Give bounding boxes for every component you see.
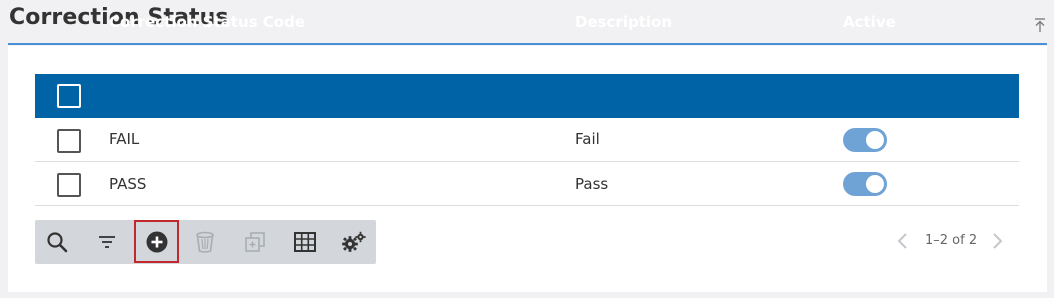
collapse-top-icon[interactable] — [1032, 16, 1048, 34]
delete-icon — [196, 231, 214, 253]
settings-button[interactable] — [334, 220, 374, 264]
filter-button[interactable] — [87, 220, 127, 264]
column-header-code[interactable]: Correction Status Code — [109, 13, 305, 31]
cell-code: PASS — [109, 175, 147, 193]
cell-description: Pass — [575, 175, 609, 193]
column-header-active[interactable]: Active — [843, 13, 896, 31]
search-button[interactable] — [37, 220, 77, 264]
add-icon — [146, 231, 167, 252]
delete-button[interactable] — [185, 220, 225, 264]
next-page-icon[interactable] — [990, 232, 1004, 250]
select-all-checkbox[interactable] — [57, 84, 81, 108]
toggle-knob — [866, 175, 884, 193]
search-icon — [47, 232, 68, 253]
pagination-range: 1–2 of 2 — [925, 233, 978, 248]
title-divider — [8, 43, 1047, 45]
filter-icon — [99, 236, 115, 248]
active-toggle[interactable] — [843, 172, 887, 196]
grid-icon — [294, 232, 316, 252]
table-header — [35, 74, 1019, 118]
row-checkbox[interactable] — [57, 129, 81, 153]
cell-description: Fail — [575, 130, 600, 148]
column-header-description[interactable]: Description — [575, 13, 672, 31]
prev-page-icon[interactable] — [896, 232, 910, 250]
columns-button[interactable] — [285, 220, 325, 264]
copy-button[interactable] — [235, 220, 275, 264]
add-button[interactable] — [134, 220, 179, 263]
toggle-knob — [866, 131, 884, 149]
active-toggle[interactable] — [843, 128, 887, 152]
settings-icon — [342, 231, 366, 252]
row-checkbox[interactable] — [57, 173, 81, 197]
cell-code: FAIL — [109, 130, 140, 148]
copy-icon — [245, 232, 265, 252]
